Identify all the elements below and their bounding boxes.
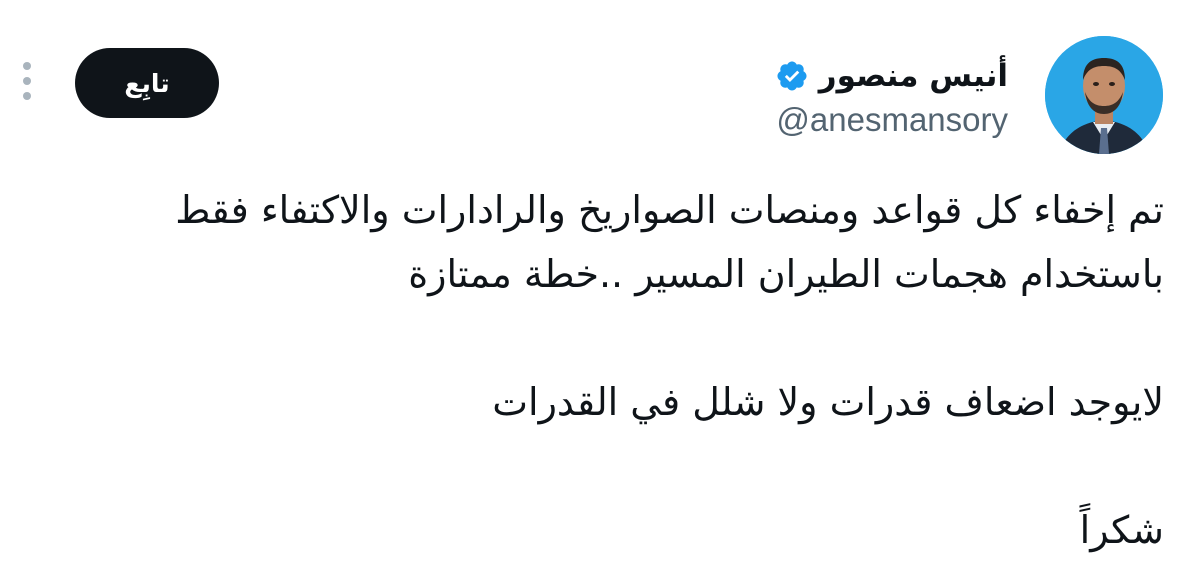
author-handle[interactable]: @anesmansory [776, 101, 1008, 139]
avatar[interactable] [1045, 36, 1163, 154]
display-name[interactable]: أنيس منصور [819, 58, 1008, 94]
tweet-line: شكراً [1079, 508, 1164, 552]
avatar-image [1045, 36, 1163, 154]
author-name-row: أنيس منصور [775, 58, 1008, 94]
tweet-line: لايوجد اضعاف قدرات ولا شلل في القدرات [492, 380, 1164, 424]
tweet-card: أنيس منصور @anesmansory تابِع تم إخفاء ك… [0, 0, 1200, 584]
more-vertical-icon[interactable] [18, 62, 36, 106]
verified-badge-icon[interactable] [775, 59, 809, 93]
tweet-line: تم إخفاء كل قواعد ومنصات الصواريخ والراد… [175, 188, 1164, 232]
tweet-line: باستخدام هجمات الطيران المسير ..خطة ممتا… [408, 252, 1164, 296]
follow-button[interactable]: تابِع [75, 48, 219, 118]
tweet-text: تم إخفاء كل قواعد ومنصات الصواريخ والراد… [44, 178, 1164, 562]
